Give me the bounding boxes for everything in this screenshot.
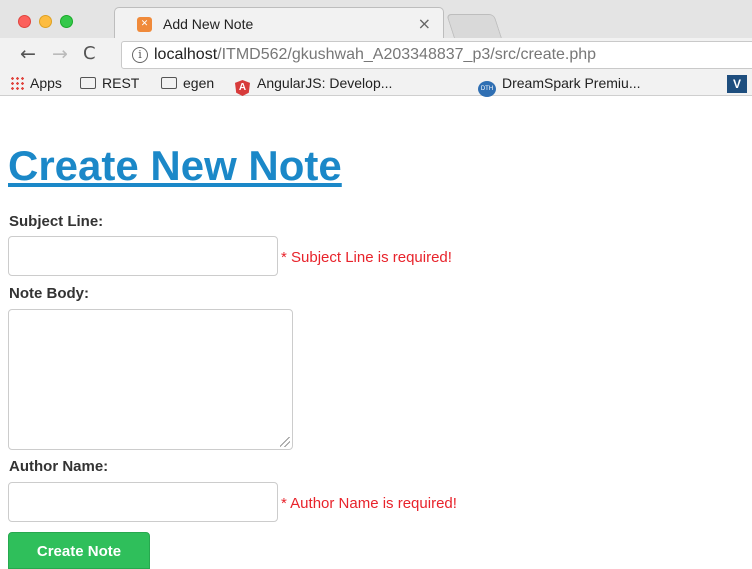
forward-arrow-icon[interactable]: →: [52, 43, 68, 65]
page-title[interactable]: Create New Note: [8, 145, 342, 187]
minimize-window-button[interactable]: [39, 15, 52, 28]
url-text: localhost/ITMD562/gkushwah_A203348837_p3…: [154, 46, 596, 64]
tab-strip: ✕ Add New Note ×: [0, 0, 752, 38]
xampp-icon: ✕: [137, 17, 152, 32]
maximize-window-button[interactable]: [60, 15, 73, 28]
bookmark-overflow-icon[interactable]: V: [727, 75, 747, 93]
browser-chrome: ✕ Add New Note × ← → C i localhost/ITMD5…: [0, 0, 752, 97]
subject-error-message: * Subject Line is required!: [281, 249, 452, 266]
resize-handle-icon[interactable]: [280, 437, 290, 447]
subject-label: Subject Line:: [9, 213, 104, 230]
bookmark-label: REST: [102, 75, 140, 91]
note-body-textarea[interactable]: [8, 309, 293, 450]
info-icon[interactable]: i: [132, 47, 148, 63]
bookmarks-bar: Apps REST egen A AngularJS: Develop... DT…: [0, 72, 752, 97]
tab-add-new-note[interactable]: ✕ Add New Note ×: [114, 7, 444, 38]
bookmark-rest[interactable]: REST: [80, 75, 139, 91]
author-input[interactable]: [8, 482, 278, 522]
note-body-label: Note Body:: [9, 285, 89, 302]
author-error-message: * Author Name is required!: [281, 495, 457, 512]
folder-icon: [161, 77, 177, 89]
dreamspark-icon: DTH: [478, 81, 496, 97]
bookmark-label: DreamSpark Premiu...: [502, 75, 641, 91]
apps-grid-icon: [10, 76, 24, 90]
new-tab-button[interactable]: [446, 14, 502, 38]
author-label: Author Name:: [9, 458, 109, 475]
close-tab-icon[interactable]: ×: [418, 14, 431, 33]
bookmark-apps[interactable]: Apps: [10, 75, 62, 91]
bookmark-egen[interactable]: egen: [161, 75, 214, 91]
bookmark-dreamspark[interactable]: DTH DreamSpark Premiu...: [478, 75, 640, 97]
folder-icon: [80, 77, 96, 89]
close-window-button[interactable]: [18, 15, 31, 28]
browser-toolbar: ← → C i localhost/ITMD562/gkushwah_A2033…: [0, 38, 752, 72]
url-host: localhost: [154, 46, 218, 63]
create-note-button[interactable]: Create Note: [8, 532, 150, 569]
subject-input[interactable]: [8, 236, 278, 276]
url-path: /ITMD562/gkushwah_A203348837_p3/src/crea…: [217, 46, 597, 63]
reload-icon[interactable]: C: [83, 43, 96, 64]
address-bar[interactable]: i localhost/ITMD562/gkushwah_A203348837_…: [121, 41, 752, 69]
angular-icon: A: [235, 80, 250, 96]
back-arrow-icon[interactable]: ←: [20, 43, 36, 65]
bookmark-label: Apps: [30, 75, 62, 91]
bookmark-angularjs[interactable]: A AngularJS: Develop...: [235, 75, 392, 96]
bookmark-label: AngularJS: Develop...: [257, 75, 393, 91]
bookmark-label: egen: [183, 75, 215, 91]
tab-title: Add New Note: [163, 16, 254, 32]
